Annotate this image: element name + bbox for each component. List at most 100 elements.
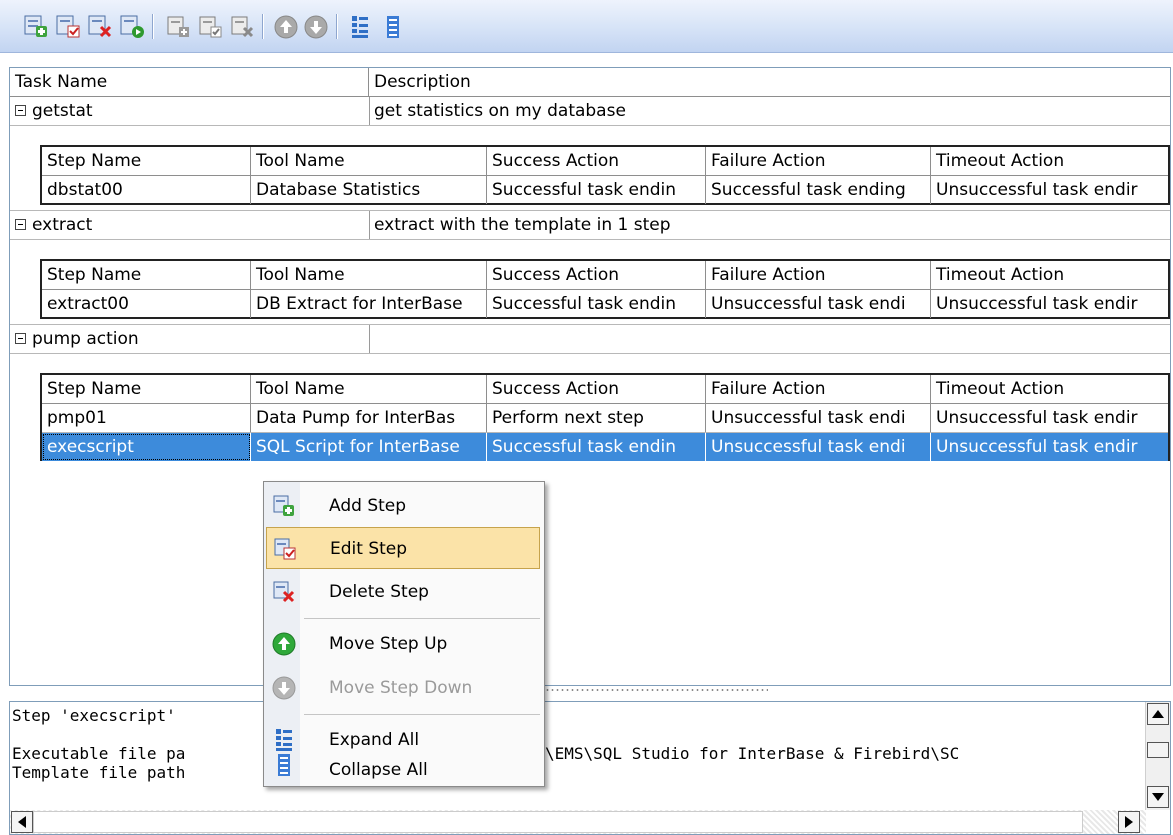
menu-item-move-step-up[interactable]: Move Step Up [266, 623, 540, 665]
toolbar [0, 0, 1173, 53]
horizontal-scrollbar[interactable] [10, 810, 1146, 834]
step-tool[interactable]: SQL Script for InterBase [251, 433, 487, 461]
vertical-scrollbar[interactable] [1145, 702, 1170, 810]
step-name[interactable]: pmp01 [42, 404, 251, 432]
expand-all-icon [272, 728, 296, 752]
step-success-action[interactable]: Successful task endin [487, 290, 706, 318]
column-header-failure-action[interactable]: Failure Action [706, 261, 931, 289]
step-failure-action[interactable]: Successful task ending [706, 176, 931, 204]
step-success-action[interactable]: Successful task endin [487, 176, 706, 204]
column-header-success-action[interactable]: Success Action [487, 375, 706, 403]
column-header-timeout-action[interactable]: Timeout Action [931, 147, 1168, 175]
collapse-icon[interactable] [15, 105, 26, 116]
column-header-tool-name[interactable]: Tool Name [251, 147, 487, 175]
collapse-all-icon[interactable] [378, 13, 405, 40]
column-header-success-action[interactable]: Success Action [487, 261, 706, 289]
scroll-up-button[interactable] [1147, 703, 1169, 725]
add-step-icon[interactable] [164, 13, 191, 40]
column-header-timeout-action[interactable]: Timeout Action [931, 261, 1168, 289]
menu-item-collapse-all[interactable]: Collapse All [266, 754, 540, 783]
menu-item-label: Expand All [329, 730, 420, 750]
column-header-task-name[interactable]: Task Name [10, 68, 369, 96]
context-menu: Add Step Edit Step Delete Step Move Step… [263, 481, 545, 787]
log-panel[interactable]: Step 'execscript' Executable file pa Tem… [9, 701, 1171, 835]
step-tool[interactable]: DB Extract for InterBase [251, 290, 487, 318]
edit-task-icon[interactable] [54, 13, 81, 40]
column-header-failure-action[interactable]: Failure Action [706, 147, 931, 175]
column-header-description[interactable]: Description [369, 68, 1169, 96]
step-tool[interactable]: Database Statistics [251, 176, 487, 204]
step-failure-action[interactable]: Unsuccessful task endi [706, 404, 931, 432]
step-timeout-action[interactable]: Unsuccessful task endir [931, 404, 1168, 432]
menu-item-add-step[interactable]: Add Step [266, 485, 540, 527]
menu-item-expand-all[interactable]: Expand All [266, 719, 540, 761]
task-description[interactable]: get statistics on my database [369, 97, 1169, 125]
panel-splitter[interactable] [540, 688, 768, 692]
column-header-tool-name[interactable]: Tool Name [251, 375, 487, 403]
task-name[interactable]: getstat [27, 97, 369, 125]
edit-step-icon [273, 537, 297, 561]
step-detail-grid: Step Name Tool Name Success Action Failu… [40, 145, 1170, 205]
column-header-success-action[interactable]: Success Action [487, 147, 706, 175]
step-timeout-action[interactable]: Unsuccessful task endir [931, 433, 1168, 461]
menu-item-label: Add Step [329, 496, 407, 516]
step-success-action[interactable]: Successful task endin [487, 433, 706, 461]
menu-item-label: Edit Step [330, 539, 408, 559]
delete-step-icon[interactable] [228, 13, 255, 40]
menu-item-label: Move Step Up [329, 634, 448, 654]
scroll-thumb[interactable] [1147, 742, 1169, 758]
arrow-up-icon [1152, 710, 1164, 718]
step-name[interactable]: extract00 [42, 290, 251, 318]
delete-step-icon [272, 580, 296, 604]
step-name[interactable]: dbstat00 [42, 176, 251, 204]
arrow-down-icon [1152, 793, 1164, 801]
menu-item-label: Delete Step [329, 582, 429, 602]
move-up-icon[interactable] [272, 13, 299, 40]
task-name[interactable]: pump action [27, 325, 369, 353]
column-header-step-name[interactable]: Step Name [42, 261, 251, 289]
edit-step-icon[interactable] [196, 13, 223, 40]
toolbar-separator [262, 14, 264, 39]
step-timeout-action[interactable]: Unsuccessful task endir [931, 290, 1168, 318]
log-line: Step 'execscript' [12, 706, 176, 725]
row-divider [10, 239, 1170, 240]
toolbar-separator [336, 14, 338, 39]
toolbar-separator [152, 14, 154, 39]
step-success-action[interactable]: Perform next step [487, 404, 706, 432]
step-name[interactable]: execscript [42, 433, 251, 461]
task-grid[interactable]: Task Name Description getstat get statis… [9, 67, 1171, 686]
task-description[interactable]: extract with the template in 1 step [369, 211, 1169, 239]
menu-separator [304, 714, 540, 715]
menu-separator [304, 618, 540, 619]
step-failure-action[interactable]: Unsuccessful task endi [706, 433, 931, 461]
step-failure-action[interactable]: Unsuccessful task endi [706, 290, 931, 318]
move-down-icon[interactable] [302, 13, 329, 40]
task-description[interactable] [369, 325, 1169, 353]
column-header-step-name[interactable]: Step Name [42, 375, 251, 403]
step-tool[interactable]: Data Pump for InterBas [251, 404, 487, 432]
column-header-timeout-action[interactable]: Timeout Action [931, 375, 1168, 403]
scroll-down-button[interactable] [1147, 786, 1169, 808]
run-task-icon[interactable] [118, 13, 145, 40]
menu-item-move-step-down[interactable]: Move Step Down [266, 667, 540, 709]
menu-item-edit-step[interactable]: Edit Step [266, 527, 540, 569]
scroll-thumb[interactable] [33, 811, 1083, 833]
log-line: Template file path [12, 763, 186, 782]
menu-item-label: Move Step Down [329, 678, 473, 698]
scroll-right-button[interactable] [1118, 811, 1140, 833]
selected-step-row[interactable]: execscript SQL Script for InterBase Succ… [42, 433, 1168, 461]
column-header-failure-action[interactable]: Failure Action [706, 375, 931, 403]
collapse-icon[interactable] [15, 219, 26, 230]
collapse-all-icon [272, 753, 296, 777]
expand-all-icon[interactable] [346, 13, 373, 40]
column-header-step-name[interactable]: Step Name [42, 147, 251, 175]
menu-item-delete-step[interactable]: Delete Step [266, 571, 540, 613]
move-up-icon [272, 632, 296, 656]
task-name[interactable]: extract [27, 211, 369, 239]
collapse-icon[interactable] [15, 333, 26, 344]
delete-task-icon[interactable] [86, 13, 113, 40]
scroll-left-button[interactable] [11, 811, 33, 833]
step-timeout-action[interactable]: Unsuccessful task endir [931, 176, 1168, 204]
column-header-tool-name[interactable]: Tool Name [251, 261, 487, 289]
add-task-icon[interactable] [22, 13, 49, 40]
